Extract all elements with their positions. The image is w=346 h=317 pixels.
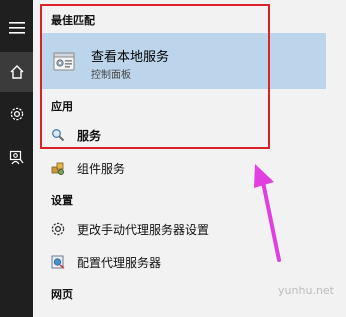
watermark: yunhu.net [278,284,334,297]
pointer-arrow [254,164,281,262]
